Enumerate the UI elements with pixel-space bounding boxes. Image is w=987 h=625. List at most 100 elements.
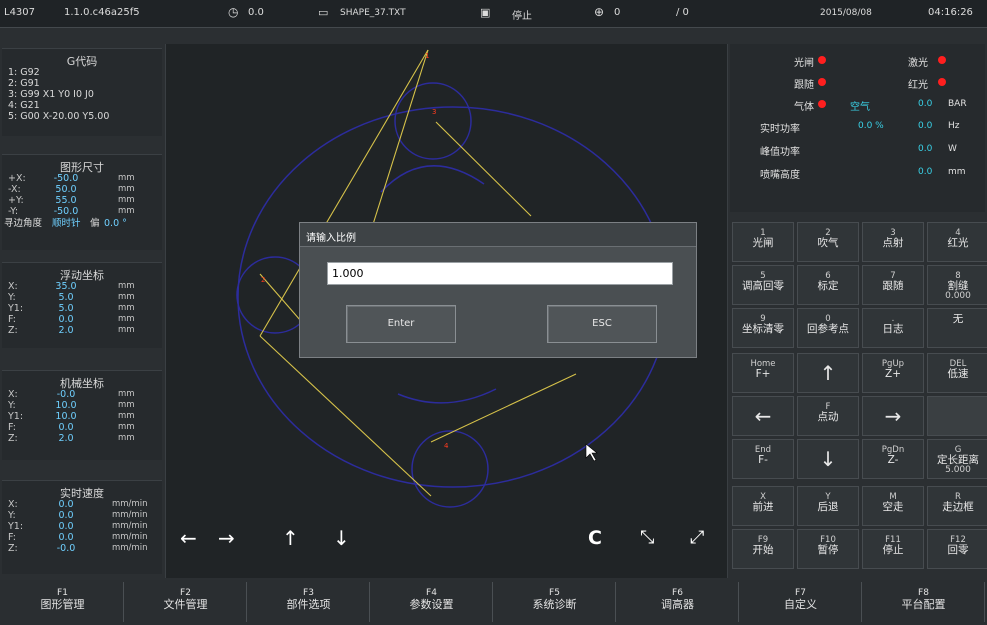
arrow-right-key[interactable]: →	[862, 396, 924, 436]
red-light-label: 红光	[908, 80, 928, 91]
f4-params-button[interactable]: F4 参数设置	[371, 582, 493, 622]
speed-panel: 实时速度 X: 0.0 mm/min Y: 0.0 mm/min Y1: 0.0 mm/mi…	[2, 480, 162, 574]
current-file: SHAPE_37.TXT	[340, 8, 406, 18]
size-row: -Y: -50.0 mm	[8, 206, 135, 217]
gas-label: 气体	[794, 102, 814, 113]
speed-row: F: 0.0 mm/min	[8, 532, 148, 543]
machine-coord-panel: 机械坐标 X: -0.0 mm Y: 10.0 mm Y1: 10.0 mm F: 0.0 mm…	[2, 370, 162, 460]
shrink-button[interactable]: ⤡	[640, 528, 654, 548]
nozzle-value: 0.0	[918, 167, 933, 177]
coord-clear-key[interactable]: 9 坐标清零	[732, 308, 794, 348]
coord-row: X: -0.0 mm	[8, 389, 135, 400]
arrow-up-key[interactable]: ↑	[797, 353, 859, 393]
arrow-left-key[interactable]: ←	[732, 396, 794, 436]
edge-direction[interactable]: 顺时针	[52, 217, 81, 231]
pan-up-button[interactable]: ↑	[282, 528, 299, 548]
dialog-title: 请输入比例	[300, 223, 696, 247]
expand-button[interactable]: ⤢	[690, 528, 704, 548]
laser-label: 激光	[908, 58, 928, 69]
rotate-button[interactable]: C	[588, 528, 602, 548]
machine-id: L4307	[4, 7, 36, 18]
folder-icon: ▭	[318, 6, 329, 19]
date: 2015/08/08	[820, 8, 872, 18]
shutter-indicator	[818, 56, 826, 64]
fixed-distance-key[interactable]: G 定长距离 5.000	[927, 439, 987, 479]
gas-type[interactable]: 空气	[850, 98, 870, 113]
gcode-line: 2: G91	[8, 78, 40, 89]
mouse-cursor-icon	[585, 443, 598, 462]
jog-key[interactable]: F 点动	[797, 396, 859, 436]
laser-indicator	[938, 56, 946, 64]
gcode-panel: G代码 1: G92 2: G91 3: G99 X1 Y0 I0 J0 4: …	[2, 48, 162, 136]
machine-coord-title: 机械坐标	[60, 377, 104, 390]
log-key[interactable]: . 日志	[862, 308, 924, 348]
freq-value: 0.0	[918, 121, 933, 131]
laser-status-panel: 光闸 激光 跟随 红光 气体 空气 0.0 BAR 实时功率 0.0 % 0.0…	[730, 44, 985, 212]
edge-angle-label: 寻边角度	[4, 218, 43, 229]
blow-key[interactable]: 2 吹气	[797, 222, 859, 262]
pulse-key[interactable]: 3 点射	[862, 222, 924, 262]
enter-button[interactable]: Enter	[346, 305, 456, 343]
shape-size-panel: 图形尺寸 +X: -50.0 mm -X: 50.0 mm +Y: 55.0 mm -Y: -…	[2, 154, 162, 250]
low-speed-key[interactable]: DEL 低速	[927, 353, 987, 393]
left-info-panel: G代码 1: G92 2: G91 3: G99 X1 Y0 I0 J0 4: …	[0, 44, 164, 578]
red-light-key[interactable]: 4 红光	[927, 222, 987, 262]
scale-input[interactable]: 1.000	[327, 262, 673, 285]
height-zero-key[interactable]: 5 调高回零	[732, 265, 794, 305]
f8-platform-button[interactable]: F8 平台配置	[863, 582, 985, 622]
pan-right-button[interactable]: →	[218, 528, 235, 548]
start-key[interactable]: F9 开始	[732, 529, 794, 569]
none-key[interactable]: 无	[927, 308, 987, 348]
pan-down-button[interactable]: ↓	[333, 528, 350, 548]
esc-button[interactable]: ESC	[547, 305, 657, 343]
z-up-key[interactable]: PgUp Z+	[862, 353, 924, 393]
power-value: 0.0 %	[858, 121, 884, 131]
speed-row: Y: 0.0 mm/min	[8, 510, 148, 521]
keypad: 1 光闸 2 吹气 3 点射 4 红光 5 调高回零 6 标定 7 跟随 8 割缝 0.000 9 坐标清零 0 回参考…	[730, 220, 987, 576]
f5-diagnose-button[interactable]: F5 系统诊断	[494, 582, 616, 622]
forward-key[interactable]: X 前进	[732, 486, 794, 526]
pan-left-button[interactable]: ←	[180, 528, 197, 548]
follow-indicator	[818, 78, 826, 86]
speed-gauge-icon: ◷	[228, 5, 239, 19]
shutter-key[interactable]: 1 光闸	[732, 222, 794, 262]
frame-key[interactable]: R 走边框	[927, 486, 987, 526]
svg-text:4: 4	[444, 442, 449, 450]
peak-label: 峰值功率	[760, 147, 800, 158]
ref-point-key[interactable]: 0 回参考点	[797, 308, 859, 348]
pause-key[interactable]: F10 暂停	[797, 529, 859, 569]
f7-custom-button[interactable]: F7 自定义	[740, 582, 862, 622]
software-version: 1.1.0.c46a25f5	[64, 7, 140, 18]
coord-row: Y1: 10.0 mm	[8, 411, 135, 422]
arrow-down-key[interactable]: ↓	[797, 439, 859, 479]
follow-key[interactable]: 7 跟随	[862, 265, 924, 305]
process-count: 0	[614, 7, 621, 18]
kerf-key[interactable]: 8 割缝 0.000	[927, 265, 987, 305]
float-coord-title: 浮动坐标	[60, 269, 104, 282]
f1-graphics-button[interactable]: F1 图形管理	[2, 582, 124, 622]
home-key[interactable]: F12 回零	[927, 529, 987, 569]
f6-height-button[interactable]: F6 调高器	[617, 582, 739, 622]
crosshair-icon: ⊕	[594, 5, 605, 19]
f2-file-button[interactable]: F2 文件管理	[125, 582, 247, 622]
feed-up-key[interactable]: Home F+	[732, 353, 794, 393]
machine-state: 停止	[512, 11, 532, 22]
calibrate-key[interactable]: 6 标定	[797, 265, 859, 305]
dry-run-key[interactable]: M 空走	[862, 486, 924, 526]
f3-parts-button[interactable]: F3 部件选项	[248, 582, 370, 622]
speed-row: X: 0.0 mm/min	[8, 499, 148, 510]
function-key-bar: F1 图形管理 F2 文件管理 F3 部件选项 F4 参数设置 F5 系统诊断 F6 调高器 F7 自定义…	[0, 580, 987, 625]
z-down-key[interactable]: PgDn Z-	[862, 439, 924, 479]
top-status-bar: L4307 1.1.0.c46a25f5 ◷ 0.0 ▭ SHAPE_37.TX…	[0, 0, 987, 28]
backward-key[interactable]: Y 后退	[797, 486, 859, 526]
feed-down-key[interactable]: End F-	[732, 439, 794, 479]
shutter-label: 光闸	[794, 58, 814, 69]
edge-angle-value: 0.0 °	[104, 218, 127, 229]
process-total: / 0	[676, 7, 689, 18]
coord-row: X: 35.0 mm	[8, 281, 135, 292]
scale-input-dialog: 请输入比例 1.000 Enter ESC	[299, 222, 697, 358]
gcode-line: 5: G00 X-20.00 Y5.00	[8, 111, 110, 122]
stop-key[interactable]: F11 停止	[862, 529, 924, 569]
peak-unit: W	[948, 144, 957, 154]
gas-pressure-unit: BAR	[948, 99, 967, 109]
